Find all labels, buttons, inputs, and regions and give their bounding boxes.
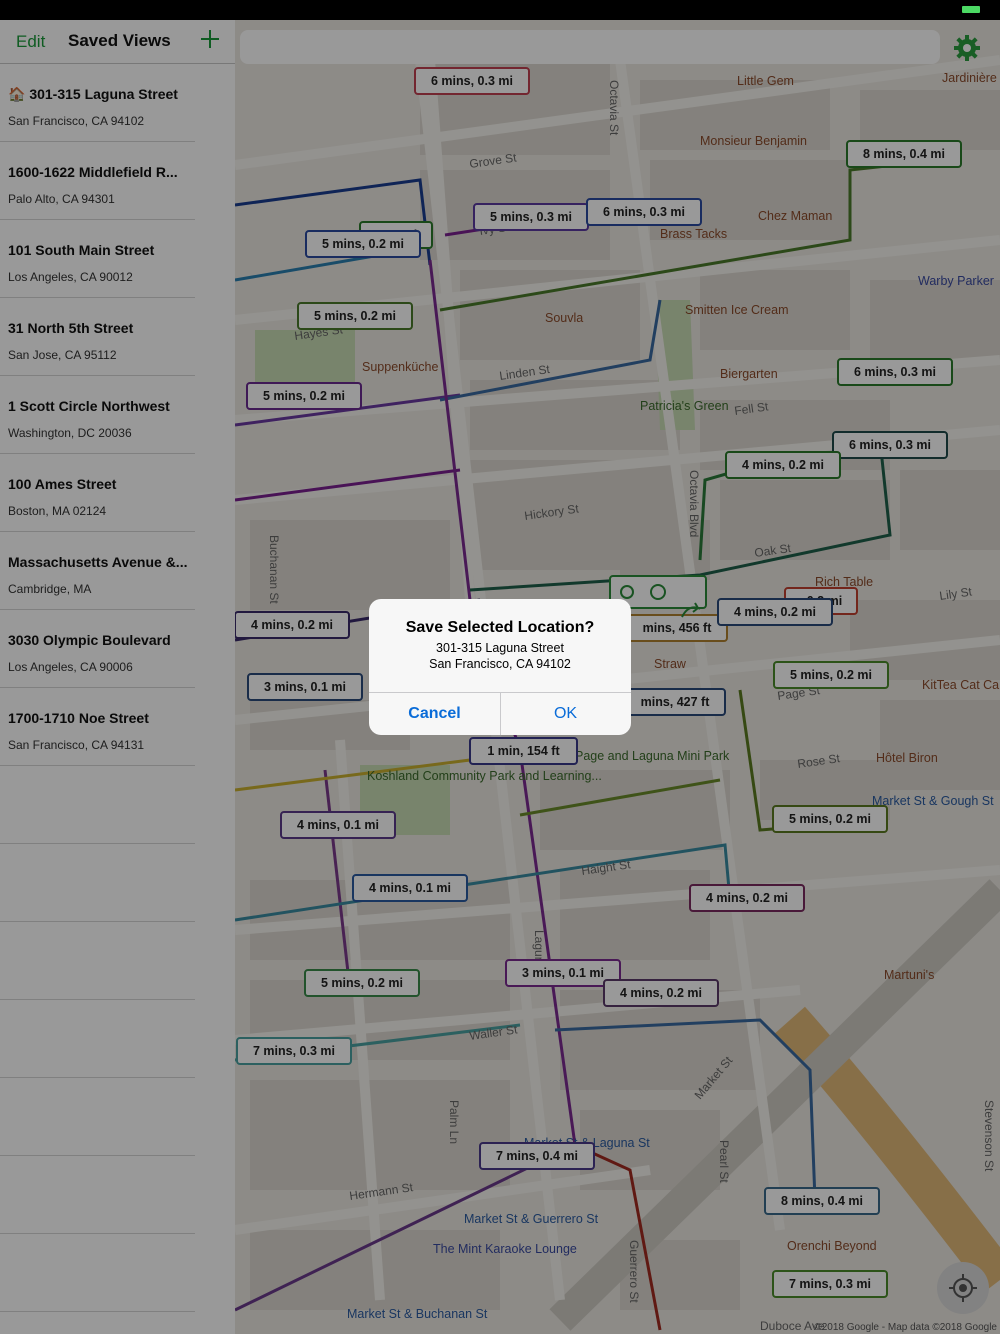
ok-button[interactable]: OK xyxy=(500,692,631,735)
battery-icon xyxy=(962,6,980,13)
dialog-title: Save Selected Location? xyxy=(405,619,595,636)
status-bar xyxy=(0,0,1000,20)
dialog-address-line1: 301-315 Laguna Street xyxy=(436,641,564,655)
dialog-address-line2: San Francisco, CA 94102 xyxy=(429,657,571,671)
save-location-dialog: Save Selected Location? 301-315 Laguna S… xyxy=(369,599,631,735)
cancel-button[interactable]: Cancel xyxy=(369,692,500,735)
